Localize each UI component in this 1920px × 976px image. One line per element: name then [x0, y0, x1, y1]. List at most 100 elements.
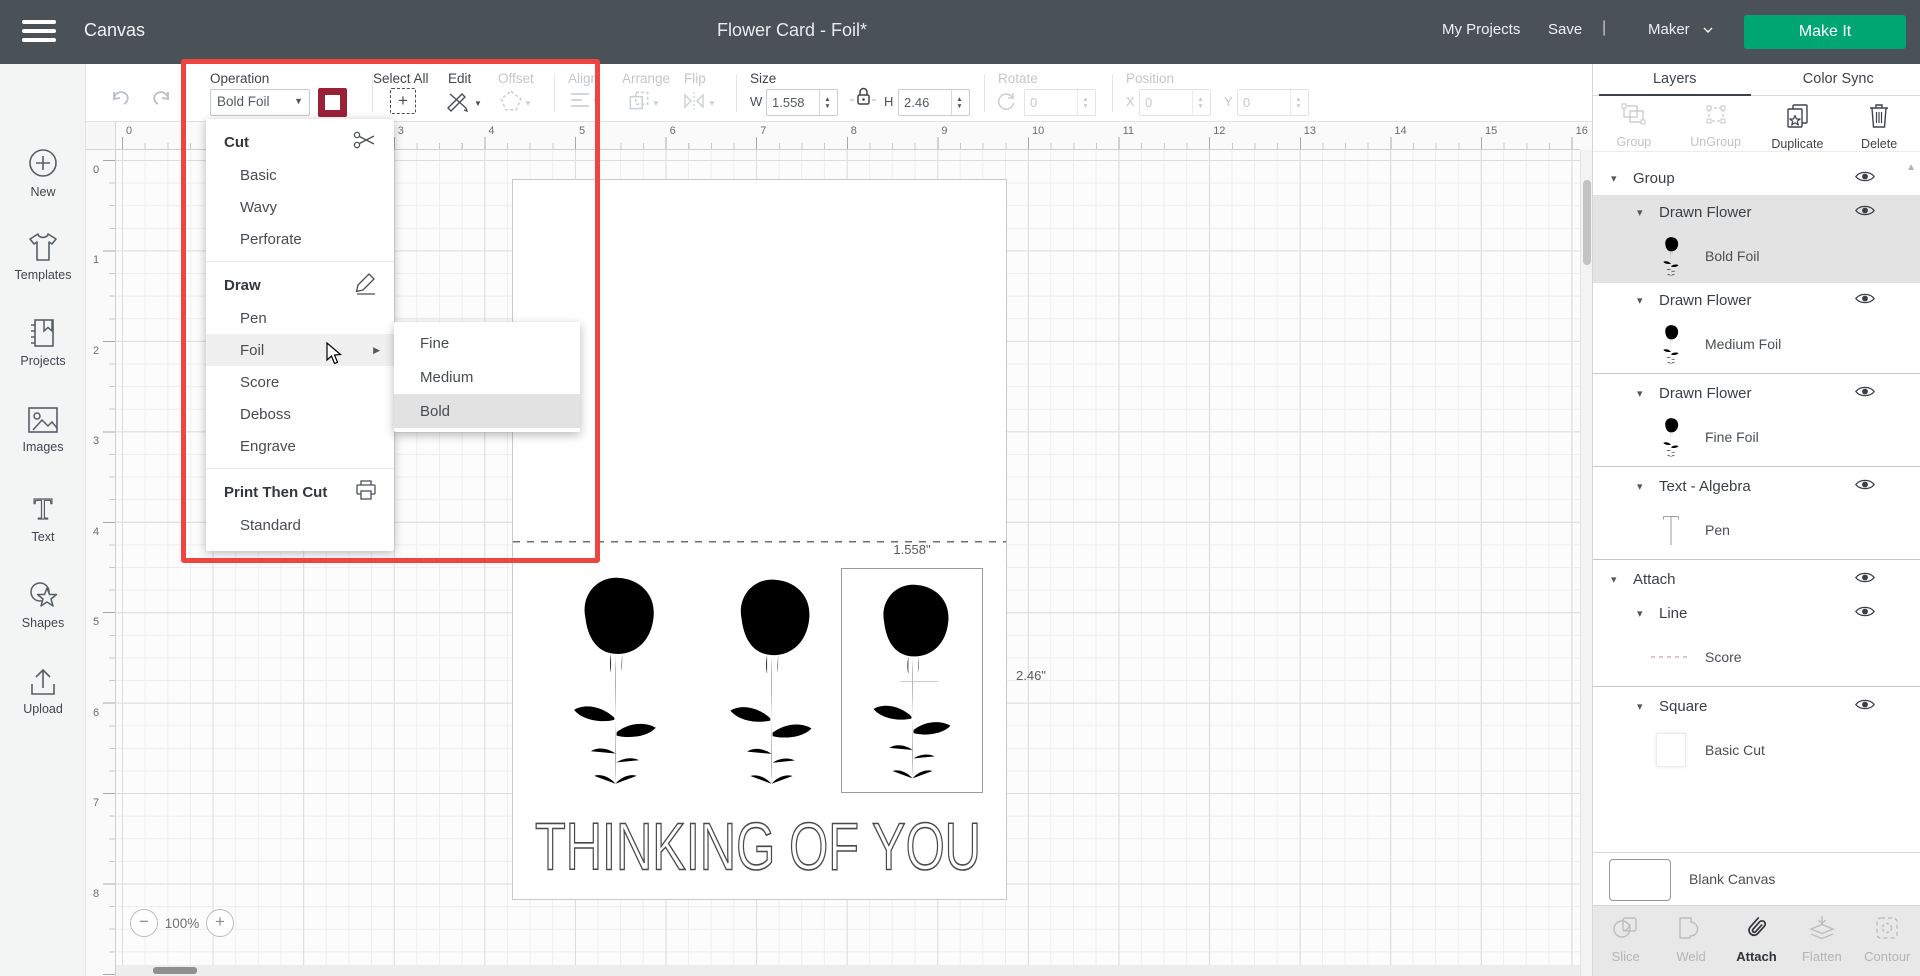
duplicate-button[interactable]: Duplicate	[1757, 96, 1839, 151]
layer-sub-row-basic-cut[interactable]: Basic Cut	[1593, 723, 1920, 777]
tab-color-sync[interactable]: Color Sync	[1757, 64, 1920, 95]
undo-icon[interactable]	[108, 86, 132, 115]
delete-button[interactable]: Delete	[1838, 96, 1920, 151]
menu-item-label: Basic	[240, 167, 277, 184]
layer-row-attach[interactable]: ▾Attach	[1593, 562, 1920, 596]
width-input[interactable]	[767, 90, 819, 115]
scissors-icon	[352, 129, 378, 155]
zoom-out-button[interactable]: −	[130, 909, 158, 937]
submenu-item-bold[interactable]: Bold	[394, 394, 580, 428]
make-it-button[interactable]: Make It	[1744, 15, 1906, 49]
vertical-scrollbar[interactable]	[1580, 150, 1592, 976]
lock-aspect-icon[interactable]	[848, 82, 878, 117]
layer-row-group[interactable]: ▾Group	[1593, 161, 1920, 195]
visibility-eye-icon[interactable]	[1854, 203, 1876, 222]
menu-item-standard[interactable]: Standard	[206, 509, 394, 541]
sidebar-item-shapes[interactable]: Shapes	[0, 578, 86, 630]
menu-item-perforate[interactable]: Perforate	[206, 223, 394, 255]
panel-tabs: Layers Color Sync	[1593, 64, 1920, 96]
height-stepper[interactable]: ▲▼	[951, 90, 967, 115]
layer-row-square[interactable]: ▾Square	[1593, 689, 1920, 723]
hamburger-menu-icon[interactable]	[22, 20, 56, 44]
attach-tool-button[interactable]: Attach	[1724, 906, 1789, 976]
submenu-item-medium[interactable]: Medium	[394, 360, 580, 394]
layer-sub-row-score[interactable]: Score	[1593, 630, 1920, 684]
machine-selector[interactable]: Maker	[1648, 21, 1716, 38]
layer-row-text-algebra[interactable]: ▾Text - Algebra	[1593, 469, 1920, 503]
blank-canvas-swatch[interactable]	[1609, 859, 1671, 901]
edit-tools-icon[interactable]: ▼	[444, 88, 482, 119]
horizontal-scrollbar[interactable]	[116, 965, 1580, 976]
menu-item-engrave[interactable]: Engrave	[206, 430, 394, 462]
sidebar-item-projects[interactable]: Projects	[0, 316, 86, 368]
layer-row-line[interactable]: ▾Line	[1593, 596, 1920, 630]
menu-item-pen[interactable]: Pen	[206, 302, 394, 334]
layer-sub-label: Fine Foil	[1705, 429, 1759, 445]
expand-caret-icon[interactable]: ▾	[1637, 700, 1649, 713]
visibility-eye-icon[interactable]	[1854, 604, 1876, 623]
operation-dropdown[interactable]: Bold Foil▼	[210, 89, 310, 116]
horizontal-scroll-thumb[interactable]	[153, 967, 197, 974]
expand-caret-icon[interactable]: ▾	[1637, 387, 1649, 400]
visibility-eye-icon[interactable]	[1854, 291, 1876, 310]
layer-row-drawn-flower[interactable]: ▾Drawn Flower	[1593, 376, 1920, 410]
sidebar-item-label: New	[0, 185, 86, 199]
menu-item-label: Perforate	[240, 231, 302, 248]
vertical-scroll-thumb[interactable]	[1583, 180, 1591, 265]
position-label: Position	[1126, 71, 1174, 86]
layer-row-drawn-flower[interactable]: ▾Drawn Flower	[1593, 283, 1920, 317]
redo-icon[interactable]	[150, 86, 174, 115]
layer-sub-label: Basic Cut	[1705, 742, 1765, 758]
height-input[interactable]	[899, 90, 951, 115]
sidebar-item-images[interactable]: Images	[0, 404, 86, 454]
expand-caret-icon[interactable]: ▾	[1637, 294, 1649, 307]
tab-layers[interactable]: Layers	[1593, 64, 1757, 95]
flower-fine-foil[interactable]	[539, 561, 692, 796]
visibility-eye-icon[interactable]	[1854, 697, 1876, 716]
visibility-eye-icon[interactable]	[1854, 477, 1876, 496]
flip-label: Flip	[684, 71, 706, 86]
menu-item-label: Score	[240, 374, 279, 391]
zoom-in-button[interactable]: +	[206, 909, 234, 937]
flower-medium-foil[interactable]	[704, 563, 839, 796]
operation-color-chip[interactable]	[318, 88, 347, 117]
menu-item-deboss[interactable]: Deboss	[206, 398, 394, 430]
visibility-eye-icon[interactable]	[1854, 384, 1876, 403]
sidebar-item-new[interactable]: New	[0, 145, 86, 199]
layer-sub-row-medium-foil[interactable]: Medium Foil	[1593, 317, 1920, 371]
save-link[interactable]: Save	[1548, 21, 1582, 38]
card-text-object[interactable]: THINKING OF YOU	[533, 808, 985, 884]
sidebar-item-templates[interactable]: Templates	[0, 230, 86, 282]
menu-divider	[206, 468, 394, 469]
menu-item-score[interactable]: Score	[206, 366, 394, 398]
project-title: Flower Card - Foil*	[632, 20, 952, 41]
submenu-item-fine[interactable]: Fine	[394, 326, 580, 360]
width-stepper[interactable]: ▲▼	[819, 90, 835, 115]
svg-text:THINKING OF YOU: THINKING OF YOU	[535, 810, 981, 884]
layer-sub-row-fine-foil[interactable]: Fine Foil	[1593, 410, 1920, 464]
layer-sub-row-pen[interactable]: Pen	[1593, 503, 1920, 557]
visibility-eye-icon[interactable]	[1854, 570, 1876, 589]
top-bar: Canvas Flower Card - Foil* My Projects S…	[0, 0, 1920, 64]
menu-item-foil[interactable]: Foil▶	[206, 334, 394, 366]
expand-caret-icon[interactable]: ▾	[1637, 480, 1649, 493]
sidebar-item-upload[interactable]: Upload	[0, 666, 86, 716]
expand-caret-icon[interactable]: ▾	[1611, 573, 1623, 586]
group-icon	[1620, 115, 1648, 132]
menu-header-print-then-cut: Print Then Cut	[206, 475, 394, 509]
menu-item-basic[interactable]: Basic	[206, 159, 394, 191]
sidebar-item-text[interactable]: TText	[0, 492, 86, 544]
visibility-eye-icon[interactable]	[1854, 169, 1876, 188]
expand-caret-icon[interactable]: ▾	[1637, 607, 1649, 620]
select-all-icon[interactable]: +	[390, 88, 416, 114]
x-field: ▲▼	[1139, 89, 1211, 116]
layer-row-drawn-flower[interactable]: ▾Drawn Flower	[1593, 195, 1920, 229]
menu-item-wavy[interactable]: Wavy	[206, 191, 394, 223]
panel-scroll-up-icon[interactable]: ▲	[1906, 162, 1916, 173]
layer-sub-row-bold-foil[interactable]: Bold Foil	[1593, 229, 1920, 283]
my-projects-link[interactable]: My Projects	[1442, 21, 1520, 38]
expand-caret-icon[interactable]: ▾	[1611, 172, 1623, 185]
layers-panel: Layers Color Sync GroupUnGroupDuplicateD…	[1592, 64, 1920, 976]
expand-caret-icon[interactable]: ▾	[1637, 206, 1649, 219]
upload-icon	[0, 666, 86, 698]
